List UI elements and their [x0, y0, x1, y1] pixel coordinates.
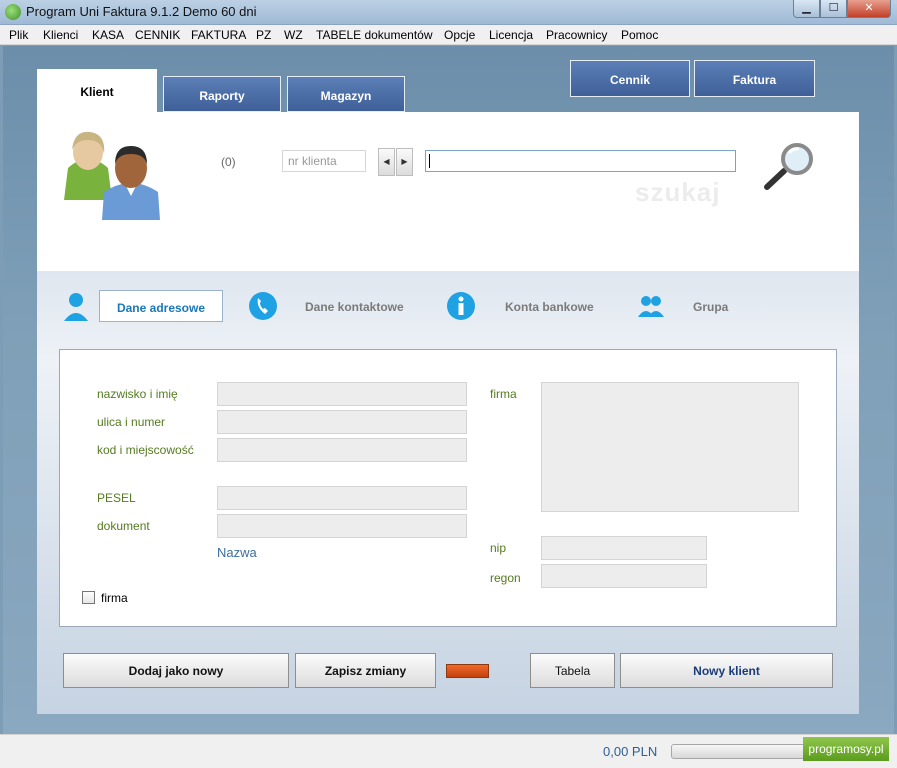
info-icon [447, 292, 475, 320]
regon-input[interactable] [541, 564, 707, 588]
menu-kasa[interactable]: KASA [92, 28, 124, 42]
tab-klient[interactable]: Klient [37, 69, 157, 113]
table-button[interactable]: Tabela [530, 653, 615, 688]
menu-plik[interactable]: Plik [9, 28, 28, 42]
client-search-input[interactable] [425, 150, 736, 172]
label-regon: regon [490, 571, 521, 585]
menu-cennik[interactable]: CENNIK [135, 28, 180, 42]
status-amount: 0,00 PLN [603, 744, 658, 759]
tab-magazyn[interactable]: Magazyn [287, 76, 405, 112]
client-count: (0) [221, 155, 236, 169]
firma-checkbox[interactable] [82, 591, 95, 604]
tab-dane-kontaktowe[interactable]: Dane kontaktowe [305, 300, 404, 314]
phone-icon [249, 292, 277, 320]
label-kod: kod i miejscowość [97, 443, 194, 457]
app-icon [5, 4, 21, 20]
menu-klienci[interactable]: Klienci [43, 28, 78, 42]
menu-tabele-dokumentow[interactable]: TABELE dokumentów [316, 28, 433, 42]
new-client-button[interactable]: Nowy klient [620, 653, 833, 688]
firma-checkbox-label: firma [101, 591, 128, 605]
nip-input[interactable] [541, 536, 707, 560]
menu-faktura[interactable]: FAKTURA [191, 28, 246, 42]
ulica-input[interactable] [217, 410, 467, 434]
brand-logo[interactable]: programosy.pl [803, 737, 889, 761]
menu-opcje[interactable]: Opcje [444, 28, 475, 42]
menu-bar: Plik Klienci KASA CENNIK FAKTURA PZ WZ T… [0, 25, 897, 45]
minimize-button[interactable]: ▁ [793, 0, 820, 18]
close-button[interactable]: ✕ [847, 0, 891, 18]
label-firma: firma [490, 387, 517, 401]
maximize-button[interactable]: ☐ [820, 0, 847, 18]
person-male-icon [102, 146, 160, 220]
menu-wz[interactable]: WZ [284, 28, 303, 42]
menu-pomoc[interactable]: Pomoc [621, 28, 658, 42]
person-icon [64, 293, 88, 321]
tab-konta-bankowe[interactable]: Konta bankowe [505, 300, 594, 314]
next-client-button[interactable]: ▶ [396, 148, 413, 176]
kod-miejscowosc-input[interactable] [217, 438, 467, 462]
window-title: Program Uni Faktura 9.1.2 Demo 60 dni [26, 4, 257, 19]
tab-grupa[interactable]: Grupa [693, 300, 728, 314]
menu-pracownicy[interactable]: Pracownicy [546, 28, 607, 42]
menu-pz[interactable]: PZ [256, 28, 271, 42]
pesel-input[interactable] [217, 486, 467, 510]
prev-client-button[interactable]: ◀ [378, 148, 395, 176]
nazwa-link[interactable]: Nazwa [217, 545, 257, 560]
add-as-new-button[interactable]: Dodaj jako nowy [63, 653, 289, 688]
status-indicator [446, 664, 489, 678]
dokument-input[interactable] [217, 514, 467, 538]
client-number-input[interactable]: nr klienta [282, 150, 366, 172]
menu-licencja[interactable]: Licencja [489, 28, 533, 42]
search-magnifier-icon[interactable] [762, 143, 818, 191]
faktura-button[interactable]: Faktura [694, 60, 815, 97]
tab-raporty[interactable]: Raporty [163, 76, 281, 112]
title-bar: Program Uni Faktura 9.1.2 Demo 60 dni ▁ … [0, 0, 897, 25]
label-nazwisko: nazwisko i imię [97, 387, 178, 401]
search-watermark: szukaj [635, 177, 721, 207]
cennik-button[interactable]: Cennik [570, 60, 690, 97]
group-icon [638, 296, 664, 317]
label-dokument: dokument [97, 519, 150, 533]
nazwisko-input[interactable] [217, 382, 467, 406]
label-ulica: ulica i numer [97, 415, 166, 429]
text-caret [429, 154, 430, 168]
firma-textarea[interactable] [541, 382, 799, 512]
label-pesel: PESEL [97, 491, 136, 505]
save-changes-button[interactable]: Zapisz zmiany [295, 653, 436, 688]
label-nip: nip [490, 541, 507, 555]
tab-dane-adresowe[interactable]: Dane adresowe [99, 290, 223, 322]
